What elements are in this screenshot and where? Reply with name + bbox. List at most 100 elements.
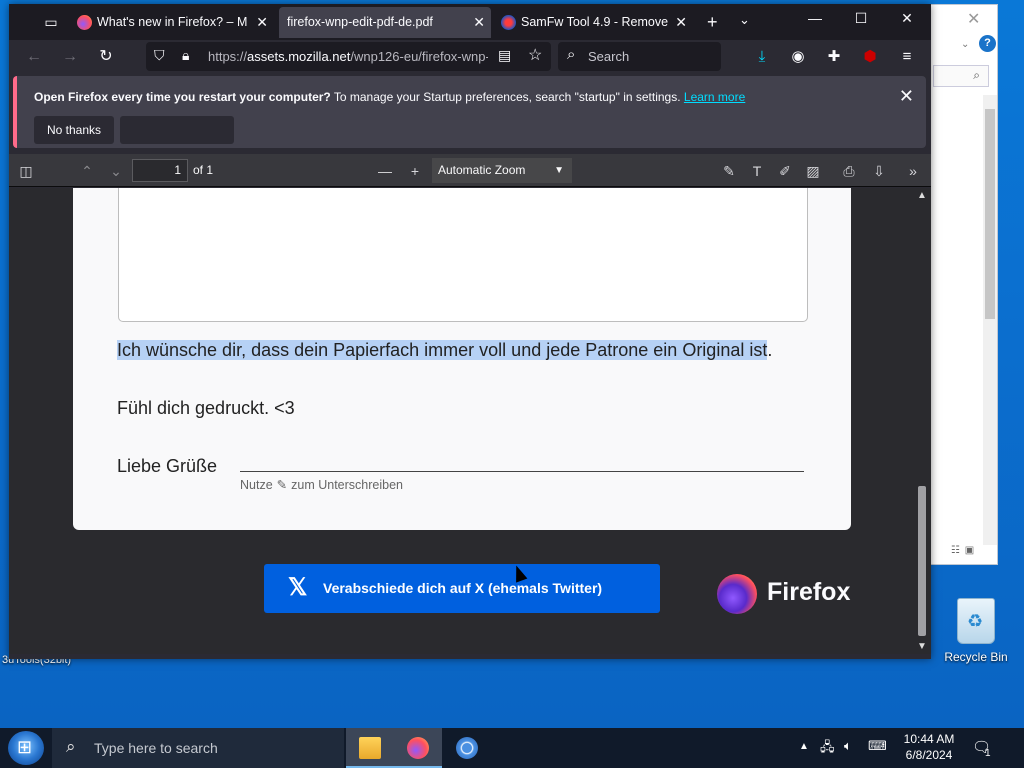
search-icon: ⌕	[973, 68, 980, 82]
chevron-down-icon: ▼	[554, 165, 564, 176]
close-tab-icon[interactable]: ✕	[473, 7, 485, 38]
minimize-icon[interactable]: —	[805, 10, 825, 26]
help-icon[interactable]: ?	[979, 35, 996, 52]
search-icon: ⌕	[66, 737, 76, 756]
greeting-text: Fühl dich gedruckt. <3	[117, 398, 295, 418]
notification-text: To manage your Startup preferences, sear…	[330, 90, 684, 104]
start-button[interactable]: ⊞	[8, 731, 44, 765]
selected-text[interactable]: Ich wünsche dir, dass dein Papierfach im…	[117, 340, 768, 360]
pen-icon: ✎	[276, 478, 288, 492]
list-all-tabs-icon[interactable]: ⌄	[739, 12, 750, 28]
tools-menu-icon[interactable]: »	[902, 160, 924, 182]
taskbar-file-explorer[interactable]	[346, 728, 394, 768]
previous-page-icon[interactable]: ⌃	[76, 160, 98, 182]
recycle-bin-icon[interactable]: ♻ Recycle Bin	[940, 598, 1012, 664]
clock-time: 10:44 AM	[903, 732, 955, 746]
scrollbar-thumb[interactable]	[918, 486, 926, 636]
close-tab-icon[interactable]: ✕	[256, 7, 268, 38]
background-explorer-window[interactable]: ✕ ⌄ ? ⌕ ☷ ▣	[930, 4, 998, 565]
x-share-button[interactable]: 𝕏 Verabschiede dich auf X (ehemals Twitt…	[264, 564, 660, 613]
reload-icon[interactable]: ↻	[95, 46, 117, 68]
extensions-icon[interactable]: ✚	[823, 46, 845, 68]
firefox-favicon-icon	[77, 15, 92, 30]
page-count: of 1	[193, 163, 214, 177]
close-tab-icon[interactable]: ✕	[675, 7, 687, 38]
print-icon[interactable]: ⎙	[838, 160, 860, 182]
forward-icon[interactable]: →	[59, 46, 81, 68]
signature-line[interactable]	[240, 471, 804, 472]
no-thanks-button[interactable]: No thanks	[34, 116, 114, 144]
pdf-page[interactable]: Ich wünsche dir, dass dein Papierfach im…	[73, 188, 851, 530]
zoom-out-icon[interactable]: —	[374, 160, 396, 182]
url-text[interactable]: https://assets.mozilla.net/wnp126-eu/fir…	[208, 49, 488, 64]
show-hidden-icons[interactable]: ▲	[799, 741, 809, 752]
tab-bar: ▭ What's new in Firefox? – Mozilla ✕ fir…	[9, 4, 931, 40]
close-notification-icon[interactable]: ✕	[899, 86, 914, 107]
learn-more-link[interactable]: Learn more	[684, 90, 745, 104]
scroll-down-icon[interactable]: ▼	[917, 641, 927, 652]
signature-hint: Nutze ✎ zum Unterschreiben	[240, 478, 403, 492]
pdf-toolbar: ◫ ⌃ ⌄ 1 of 1 — + Automatic Zoom ▼ ✎ T ✐ …	[9, 154, 931, 187]
reader-view-icon[interactable]: ▤	[498, 47, 511, 64]
nav-bar: ← → ↻ ⛉ 🔒︎ https://assets.mozilla.net/wn…	[9, 40, 931, 74]
tab-pdf[interactable]: firefox-wnp-edit-pdf-de.pdf ✕	[279, 7, 491, 38]
folder-icon	[359, 737, 381, 759]
volume-icon[interactable]: 🔈︎	[844, 738, 852, 754]
clock[interactable]: 10:44 AM 6/8/2024	[898, 731, 960, 763]
keyboard-icon[interactable]: ⌨	[868, 738, 887, 754]
highlight-icon[interactable]: ✎	[718, 160, 740, 182]
text-tool-icon[interactable]: T	[746, 160, 768, 182]
zoom-select[interactable]: Automatic Zoom ▼	[432, 158, 572, 183]
image-icon[interactable]: ▨	[802, 160, 824, 182]
maximize-icon[interactable]: ☐	[851, 10, 871, 27]
recycle-bin-label: Recycle Bin	[944, 650, 1008, 664]
scrollbar-thumb[interactable]	[985, 109, 995, 319]
save-icon[interactable]: ⇩	[868, 160, 890, 182]
bookmark-star-icon[interactable]: ☆	[528, 45, 542, 65]
back-icon[interactable]: ←	[23, 46, 45, 68]
new-tab-icon[interactable]: +	[707, 12, 718, 32]
pdf-text-field[interactable]	[118, 188, 808, 322]
windows-logo-icon: ⊞	[17, 737, 33, 757]
notification-count: 1	[985, 748, 991, 759]
zoom-select-value: Automatic Zoom	[438, 163, 526, 177]
network-icon[interactable]: 🖧︎	[820, 738, 835, 760]
close-icon[interactable]: ✕	[967, 9, 980, 29]
taskbar-firefox[interactable]	[394, 728, 442, 768]
pdf-scrollbar[interactable]: ▲ ▼	[913, 188, 931, 654]
sidebar-toggle-icon[interactable]: ◫	[15, 160, 37, 182]
downloads-icon[interactable]: ⤓	[751, 46, 773, 68]
firefox-globe-icon	[717, 574, 757, 614]
scroll-up-icon[interactable]: ▲	[917, 190, 927, 201]
notification-title: Open Firefox every time you restart your…	[34, 90, 331, 104]
tab-whats-new[interactable]: What's new in Firefox? – Mozilla ✕	[69, 7, 274, 38]
explorer-scrollbar[interactable]	[983, 95, 997, 545]
close-window-icon[interactable]: ✕	[897, 10, 917, 27]
browser-icon	[456, 737, 478, 759]
account-icon[interactable]: ◉	[787, 46, 809, 68]
view-mode-icons[interactable]: ☷ ▣	[951, 545, 975, 556]
zoom-in-icon[interactable]: +	[404, 160, 426, 182]
taskbar-chrome[interactable]	[443, 728, 491, 768]
pdf-viewer[interactable]: Ich wünsche dir, dass dein Papierfach im…	[9, 188, 913, 654]
wish-text[interactable]: Ich wünsche dir, dass dein Papierfach im…	[117, 340, 772, 361]
x-logo-icon: 𝕏	[288, 574, 308, 601]
tracking-protection-icon[interactable]: ⛉	[154, 47, 165, 64]
ublock-icon[interactable]: ⬢	[859, 46, 881, 68]
chevron-down-icon[interactable]: ⌄	[961, 39, 969, 50]
draw-icon[interactable]: ✐	[774, 160, 796, 182]
page-number-input[interactable]: 1	[132, 159, 188, 182]
tab-samfw[interactable]: SamFw Tool 4.9 - Remove Samsung ✕	[493, 7, 693, 38]
lock-icon[interactable]: 🔒︎	[182, 47, 189, 64]
clock-date: 6/8/2024	[905, 748, 953, 762]
taskbar-search[interactable]: ⌕ Type here to search	[52, 728, 344, 768]
notification-action-button[interactable]	[120, 116, 234, 144]
next-page-icon[interactable]: ⌄	[105, 160, 127, 182]
url-bar[interactable]: ⛉ 🔒︎ https://assets.mozilla.net/wnp126-e…	[146, 42, 551, 71]
recycle-bin-graphic: ♻	[957, 598, 995, 644]
firefox-view-icon[interactable]: ▭	[41, 12, 61, 32]
menu-icon[interactable]: ≡	[896, 46, 918, 68]
regards-text: Liebe Grüße	[117, 456, 218, 476]
explorer-search-box[interactable]: ⌕	[933, 65, 989, 87]
search-bar[interactable]: ⌕ Search	[558, 42, 721, 71]
